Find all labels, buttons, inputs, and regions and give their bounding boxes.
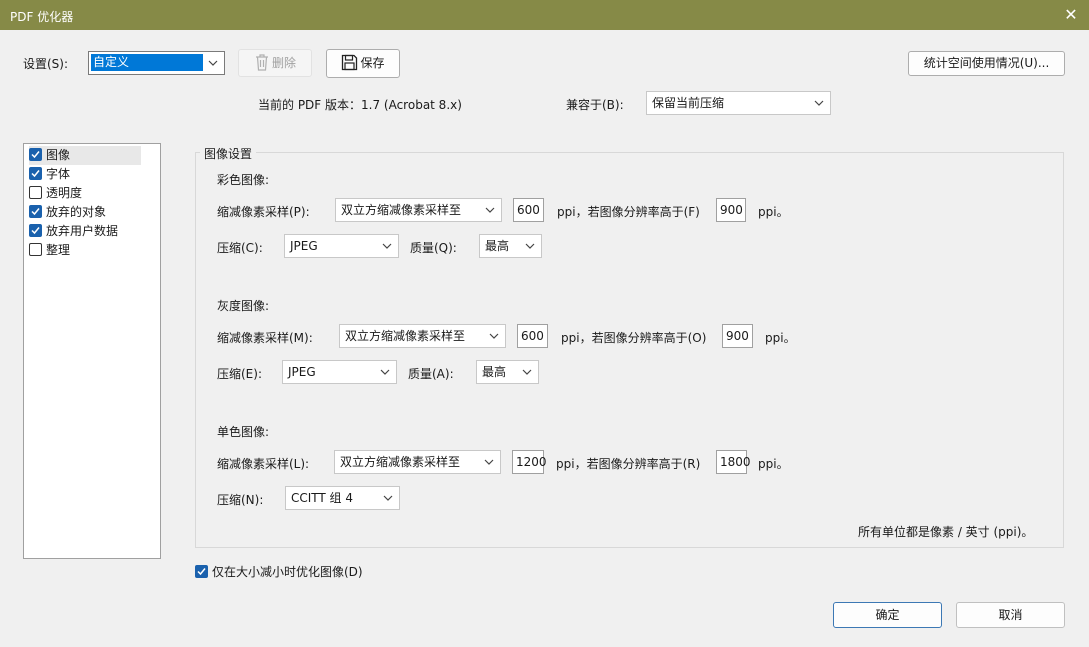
color-ppi-input[interactable]: 600 — [513, 198, 544, 222]
chevron-down-icon — [524, 235, 536, 257]
color-quality-label: 质量(Q): — [410, 241, 457, 255]
mono-ppi-input[interactable]: 1200 — [512, 450, 547, 474]
gray-ppi-end-text: ppi。 — [765, 331, 796, 345]
category-item-label: 放弃的对象 — [46, 205, 107, 219]
gray-quality-label: 质量(A): — [408, 367, 454, 381]
save-button-label: 保存 — [360, 56, 385, 70]
image-settings-title: 图像设置 — [200, 145, 257, 162]
gray-downsample-value: 双立方缩减像素采样至 — [345, 329, 466, 343]
checkbox-unchecked-icon[interactable] — [29, 186, 42, 199]
category-item-transparency[interactable]: 透明度 — [29, 184, 82, 203]
chevron-down-icon — [381, 235, 393, 257]
color-ppi-threshold-text: ppi，若图像分辨率高于(F) — [557, 205, 700, 219]
gray-ppi-threshold-text: ppi，若图像分辨率高于(O) — [561, 331, 707, 345]
mono-above-ppi-input[interactable]: 1800 — [716, 450, 751, 474]
checkbox-unchecked-icon[interactable] — [29, 243, 42, 256]
chevron-down-icon — [488, 325, 500, 347]
delete-button-label: 删除 — [271, 56, 296, 70]
title-bar: PDF 优化器 ✕ — [0, 0, 1089, 30]
floppy-disk-icon — [341, 54, 358, 80]
category-item-discard-objects[interactable]: 放弃的对象 — [29, 203, 106, 222]
color-compression-value: JPEG — [290, 239, 318, 253]
color-compression-select[interactable]: JPEG — [284, 234, 399, 258]
chevron-down-icon — [483, 451, 495, 473]
category-item-label: 整理 — [46, 243, 71, 257]
color-downsample-label: 缩减像素采样(P): — [217, 205, 310, 219]
settings-select-value: 自定义 — [91, 54, 203, 71]
settings-label: 设置(S): — [23, 57, 69, 71]
color-quality-value: 最高 — [485, 239, 510, 253]
checkbox-checked-icon[interactable] — [29, 148, 42, 161]
gray-compression-value: JPEG — [288, 365, 316, 379]
color-compression-label: 压缩(C): — [217, 241, 263, 255]
color-above-ppi-input[interactable]: 900 — [716, 198, 746, 222]
trash-icon — [254, 53, 270, 80]
category-item-label: 透明度 — [46, 186, 83, 200]
window-title: PDF 优化器 — [10, 10, 74, 24]
category-list: 图像 字体 透明度 放弃的对象 放弃用户数据 整理 — [23, 143, 161, 559]
gray-quality-value: 最高 — [482, 365, 507, 379]
settings-select[interactable]: 自定义 — [88, 51, 225, 75]
delete-button[interactable]: 删除 — [238, 49, 312, 77]
save-button[interactable]: 保存 — [326, 49, 400, 78]
chevron-down-icon — [813, 92, 825, 114]
pdf-version-text: 当前的 PDF 版本：1.7 (Acrobat 8.x) — [258, 98, 462, 112]
chevron-down-icon — [484, 199, 496, 221]
mono-images-heading: 单色图像: — [217, 425, 270, 439]
category-item-clean-up[interactable]: 整理 — [29, 241, 70, 260]
gray-downsample-select[interactable]: 双立方缩减像素采样至 — [339, 324, 506, 348]
mono-downsample-select[interactable]: 双立方缩减像素采样至 — [334, 450, 501, 474]
compat-select[interactable]: 保留当前压缩 — [646, 91, 831, 115]
mono-compression-select[interactable]: CCITT 组 4 — [285, 486, 400, 510]
chevron-down-icon — [207, 52, 219, 74]
color-ppi-end-text: ppi。 — [758, 205, 789, 219]
mono-ppi-end-text: ppi。 — [758, 457, 789, 471]
units-note: 所有单位都是像素 / 英寸 (ppi)。 — [858, 525, 1034, 539]
category-item-label: 放弃用户数据 — [46, 224, 119, 238]
gray-compression-label: 压缩(E): — [217, 367, 262, 381]
mono-downsample-label: 缩减像素采样(L): — [217, 457, 310, 471]
category-item-discard-user-data[interactable]: 放弃用户数据 — [29, 222, 118, 241]
chevron-down-icon — [382, 487, 394, 509]
mono-downsample-value: 双立方缩减像素采样至 — [340, 455, 461, 469]
gray-downsample-label: 缩减像素采样(M): — [217, 331, 313, 345]
compat-select-value: 保留当前压缩 — [652, 96, 725, 110]
gray-images-heading: 灰度图像: — [217, 299, 270, 313]
optimize-only-if-smaller-option[interactable]: 仅在大小减小时优化图像(D) — [195, 563, 363, 580]
audit-space-usage-button[interactable]: 统计空间使用情况(U)... — [908, 51, 1065, 76]
mono-compression-label: 压缩(N): — [217, 493, 264, 507]
category-item-label: 图像 — [46, 148, 71, 162]
gray-above-ppi-input[interactable]: 900 — [722, 324, 753, 348]
ok-button[interactable]: 确定 — [833, 602, 942, 628]
compat-label: 兼容于(B): — [566, 98, 624, 112]
mono-compression-value: CCITT 组 4 — [291, 491, 354, 505]
chevron-down-icon — [379, 361, 391, 383]
chevron-down-icon — [521, 361, 533, 383]
category-item-label: 字体 — [46, 167, 71, 181]
color-images-heading: 彩色图像: — [217, 173, 270, 187]
color-quality-select[interactable]: 最高 — [479, 234, 542, 258]
category-item-images[interactable]: 图像 — [29, 146, 141, 165]
cancel-button[interactable]: 取消 — [956, 602, 1065, 628]
category-item-fonts[interactable]: 字体 — [29, 165, 70, 184]
color-downsample-value: 双立方缩减像素采样至 — [341, 203, 462, 217]
checkbox-checked-icon[interactable] — [195, 565, 208, 578]
gray-compression-select[interactable]: JPEG — [282, 360, 397, 384]
color-downsample-select[interactable]: 双立方缩减像素采样至 — [335, 198, 502, 222]
checkbox-checked-icon[interactable] — [29, 224, 42, 237]
optimize-only-if-smaller-label: 仅在大小减小时优化图像(D) — [212, 565, 363, 579]
mono-ppi-threshold-text: ppi，若图像分辨率高于(R) — [556, 457, 701, 471]
checkbox-checked-icon[interactable] — [29, 167, 42, 180]
gray-ppi-input[interactable]: 600 — [517, 324, 548, 348]
gray-quality-select[interactable]: 最高 — [476, 360, 539, 384]
checkbox-checked-icon[interactable] — [29, 205, 42, 218]
close-icon[interactable]: ✕ — [1060, 4, 1082, 26]
